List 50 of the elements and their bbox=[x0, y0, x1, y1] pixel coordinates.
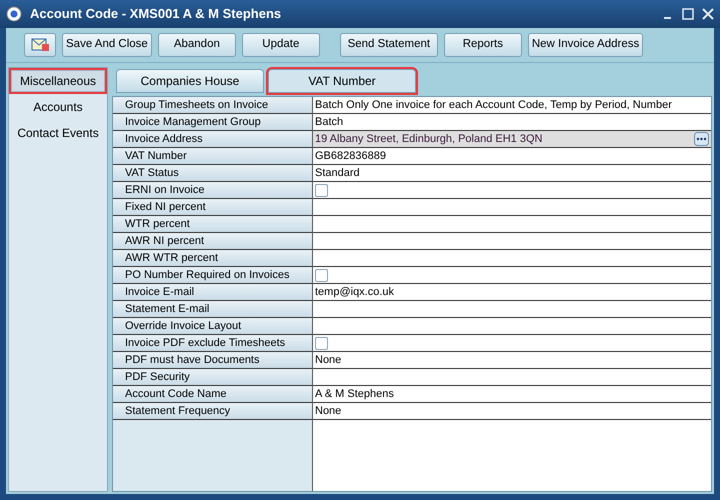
sidebar-item[interactable]: Miscellaneous bbox=[11, 70, 105, 92]
tab[interactable]: Companies House bbox=[116, 69, 264, 93]
checkbox[interactable] bbox=[315, 336, 328, 350]
property-label: PO Number Required on Invoices bbox=[113, 267, 312, 284]
value-cell-text: Standard bbox=[315, 166, 360, 181]
property-label: AWR NI percent bbox=[113, 233, 312, 250]
toolbar-button[interactable]: Update bbox=[242, 33, 320, 57]
tab[interactable]: VAT Number bbox=[268, 69, 416, 93]
property-label: PDF Security bbox=[113, 369, 312, 386]
property-label: Group Timesheets on Invoice bbox=[113, 97, 312, 114]
property-label: ERNI on Invoice bbox=[113, 182, 312, 199]
envelope-icon bbox=[30, 36, 50, 54]
property-label: Statement E-mail bbox=[113, 301, 312, 318]
checkbox[interactable] bbox=[315, 268, 328, 282]
toolbar-button[interactable]: Reports bbox=[444, 33, 522, 57]
property-label: WTR percent bbox=[113, 216, 312, 233]
toolbar-button[interactable]: Save And Close bbox=[62, 33, 152, 57]
toolbar-button[interactable]: Abandon bbox=[158, 33, 236, 57]
property-label: Override Invoice Layout bbox=[113, 318, 312, 335]
property-label: VAT Status bbox=[113, 165, 312, 182]
property-label: Invoice Management Group bbox=[113, 114, 312, 131]
cell-text: 19 Albany Street, Edinburgh, Poland EH1 3QN bbox=[315, 132, 542, 147]
property-label: Invoice Address bbox=[113, 131, 312, 148]
toolbar-button[interactable]: New Invoice Address bbox=[528, 33, 644, 57]
value-cell-text: Batch Only One invoice for each Account Code, Temp by Period, Number bbox=[315, 98, 672, 113]
property-label: AWR WTR percent bbox=[113, 250, 312, 267]
value-cell-text: A & M Stephens bbox=[315, 387, 394, 402]
sidebar-item[interactable]: Accounts bbox=[11, 96, 105, 118]
ellipsis-icon[interactable] bbox=[694, 132, 709, 146]
app-logo-icon bbox=[6, 6, 22, 22]
value-cell-text: temp@iqx.co.uk bbox=[315, 285, 394, 300]
property-label: Invoice PDF exclude Timesheets bbox=[113, 335, 312, 352]
close-icon[interactable] bbox=[702, 8, 714, 20]
property-label: Fixed NI percent bbox=[113, 199, 312, 216]
property-label: VAT Number bbox=[113, 148, 312, 165]
property-label: Account Code Name bbox=[113, 386, 312, 403]
checkbox[interactable] bbox=[315, 184, 328, 196]
email-toolbar-button[interactable] bbox=[24, 33, 56, 57]
toolbar-button[interactable]: Send Statement bbox=[340, 33, 438, 57]
value-cell-text: Batch bbox=[315, 115, 344, 130]
property-label: Invoice E-mail bbox=[113, 284, 312, 301]
value-cell-text: None bbox=[315, 404, 342, 419]
property-label: PDF must have Documents bbox=[113, 352, 312, 369]
window-title: Account Code - XMS001 A & M Stephens bbox=[30, 5, 282, 24]
sidebar-item[interactable]: Contact Events bbox=[11, 122, 105, 144]
value-cell-text: GB682836889 bbox=[315, 149, 386, 164]
value-cell-text: None bbox=[315, 353, 342, 368]
maximize-icon[interactable] bbox=[682, 8, 694, 20]
value-cell[interactable]: 19 Albany Street, Edinburgh, Poland EH1 3QN bbox=[313, 131, 711, 148]
property-label: Statement Frequency bbox=[113, 403, 312, 420]
